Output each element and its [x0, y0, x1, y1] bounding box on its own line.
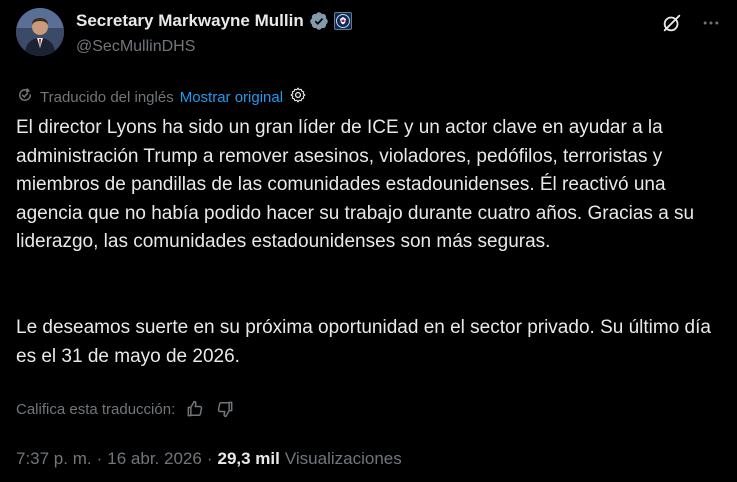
thumbs-down-icon[interactable]	[215, 399, 235, 419]
meta-separator: ·	[206, 449, 213, 468]
meta-separator: ·	[96, 449, 103, 468]
author-handle[interactable]: @SecMullinDHS	[76, 38, 195, 56]
author-name-row: Secretary Markwayne Mullin	[76, 11, 352, 31]
more-icon[interactable]	[701, 13, 721, 33]
rate-translation: Califica esta traducción:	[16, 399, 235, 419]
rate-translation-label: Califica esta traducción:	[16, 400, 176, 418]
thumbs-up-icon[interactable]	[185, 399, 205, 419]
tweet-meta: 7:37 p. m. · 16 abr. 2026 · 29,3 mil Vis…	[16, 449, 402, 469]
gear-icon[interactable]	[289, 86, 307, 108]
tweet-actions-top	[661, 12, 721, 34]
avatar[interactable]	[16, 8, 64, 56]
translation-notice: Traducido del inglés Mostrar original	[16, 86, 307, 108]
dhs-seal-icon[interactable]	[333, 12, 352, 30]
author-name[interactable]: Secretary Markwayne Mullin	[76, 11, 304, 31]
grok-icon[interactable]	[661, 12, 683, 34]
show-original-link[interactable]: Mostrar original	[180, 89, 283, 106]
tweet-text-paragraph-1: El director Lyons ha sido un gran líder …	[16, 117, 700, 253]
tweet-text-paragraph-2: Le deseamos suerte en su próxima oportun…	[16, 317, 711, 367]
verified-badge-icon	[309, 11, 329, 31]
translate-icon	[16, 86, 34, 108]
tweet-detail: Secretary Markwayne Mullin @SecMullinDHS	[0, 0, 737, 482]
avatar-image	[16, 8, 64, 56]
views-count[interactable]: 29,3 mil	[217, 449, 279, 469]
tweet-date[interactable]: 16 abr. 2026	[107, 449, 202, 469]
tweet-time[interactable]: 7:37 p. m.	[16, 449, 92, 469]
views-label[interactable]: Visualizaciones	[285, 449, 402, 469]
translated-label: Traducido del inglés	[40, 88, 174, 106]
